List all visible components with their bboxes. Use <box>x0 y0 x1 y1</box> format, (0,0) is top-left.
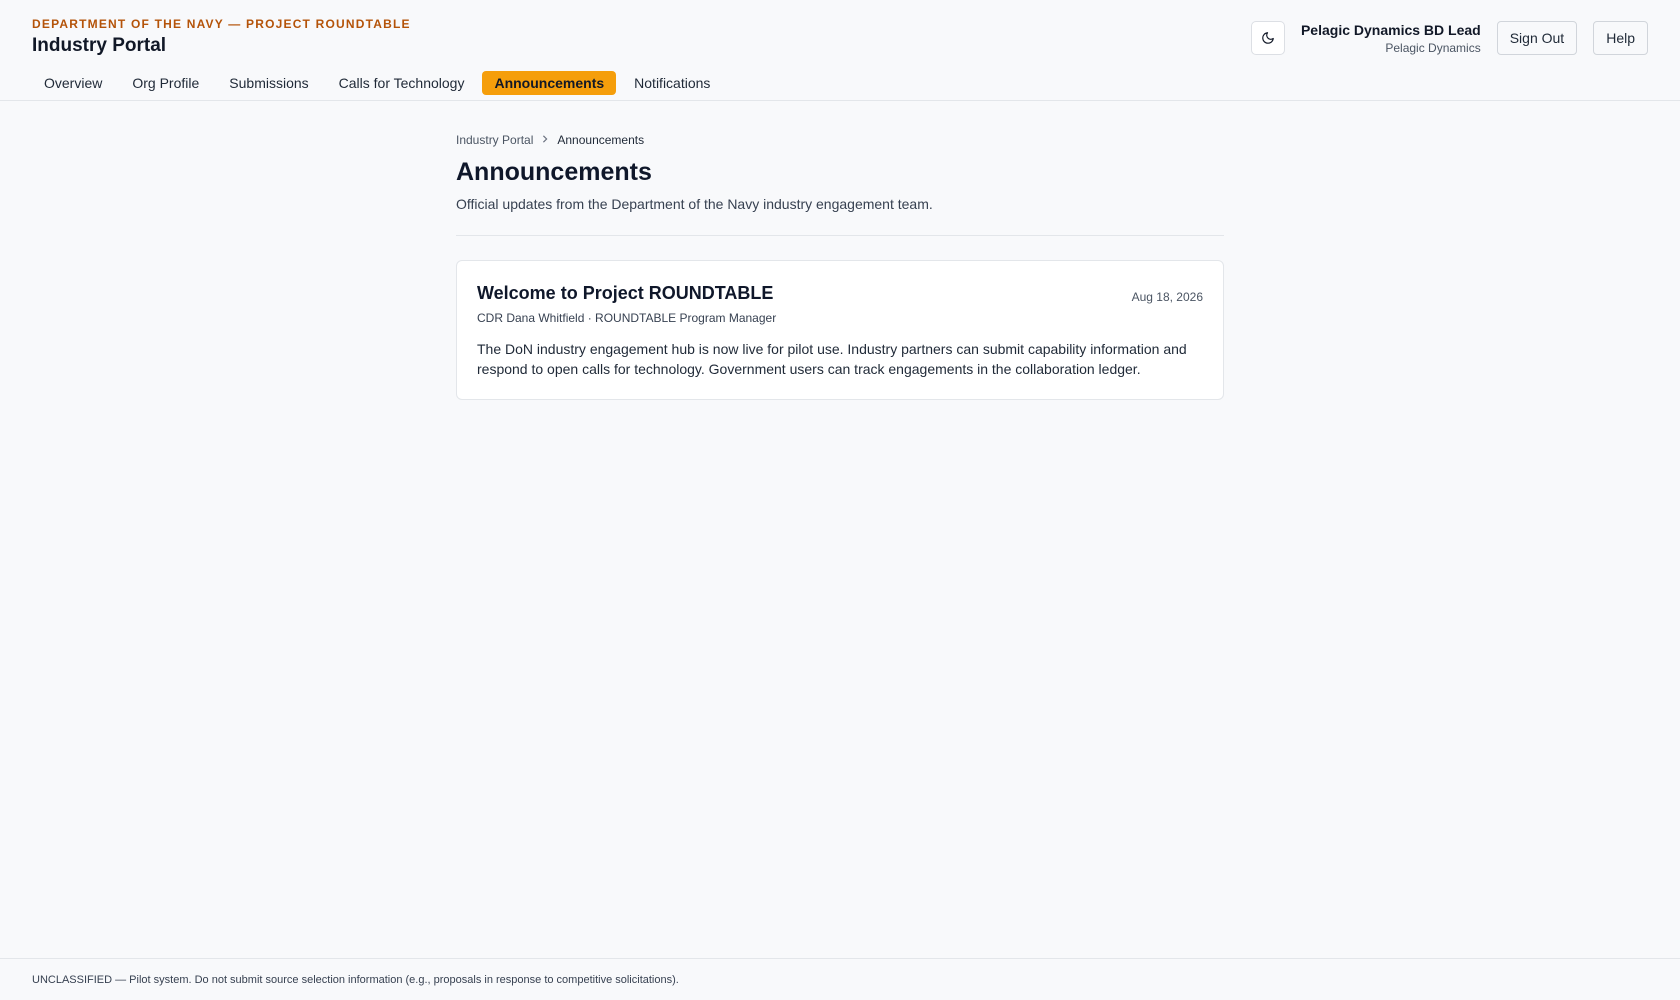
announcement-author: CDR Dana Whitfield · ROUNDTABLE Program … <box>477 311 777 325</box>
announcement-title: Welcome to Project ROUNDTABLE <box>477 283 774 303</box>
breadcrumb-current: Announcements <box>557 133 645 147</box>
user-info: Pelagic Dynamics BD Lead Pelagic Dynamic… <box>1301 22 1481 55</box>
chevron-right-icon <box>541 134 549 146</box>
footer: UNCLASSIFIED — Pilot system. Do not subm… <box>0 958 1680 1000</box>
tab-notifications[interactable]: Notifications <box>622 71 722 95</box>
main-content: Industry Portal Announcements Announceme… <box>456 133 1224 400</box>
portal-title: Industry Portal <box>32 35 167 56</box>
tab-org-profile[interactable]: Org Profile <box>120 71 211 95</box>
page-title: Announcements <box>456 158 652 186</box>
user-name: Pelagic Dynamics BD Lead <box>1300 21 1481 38</box>
top-header: DEPARTMENT OF THE NAVY — PROJECT ROUNDTA… <box>0 0 1680 101</box>
moon-icon <box>1262 32 1274 44</box>
theme-toggle-button[interactable] <box>1250 21 1285 55</box>
agency-eyebrow: DEPARTMENT OF THE NAVY — PROJECT ROUNDTA… <box>32 17 411 31</box>
tab-calls-for-technology[interactable]: Calls for Technology <box>327 71 477 95</box>
help-button[interactable]: Help <box>1593 21 1648 55</box>
divider <box>456 235 1224 236</box>
user-org: Pelagic Dynamics <box>1385 40 1481 55</box>
classification-notice: UNCLASSIFIED — Pilot system. Do not subm… <box>32 974 679 986</box>
header-actions: Pelagic Dynamics BD Lead Pelagic Dynamic… <box>1250 21 1648 55</box>
sign-out-button[interactable]: Sign Out <box>1496 21 1578 55</box>
tab-submissions[interactable]: Submissions <box>217 71 320 95</box>
announcement-card: Welcome to Project ROUNDTABLE Aug 18, 20… <box>456 260 1224 400</box>
breadcrumb: Industry Portal Announcements <box>456 133 1224 147</box>
main-nav: Overview Org Profile Submissions Calls f… <box>32 71 722 95</box>
page-subtitle: Official updates from the Department of … <box>456 196 933 212</box>
announcement-date: Aug 18, 2026 <box>1131 290 1203 304</box>
announcement-body: The DoN industry engagement hub is now l… <box>477 341 1187 377</box>
breadcrumb-root-link[interactable]: Industry Portal <box>456 133 533 147</box>
tab-announcements[interactable]: Announcements <box>482 71 617 95</box>
tab-overview[interactable]: Overview <box>32 71 114 95</box>
